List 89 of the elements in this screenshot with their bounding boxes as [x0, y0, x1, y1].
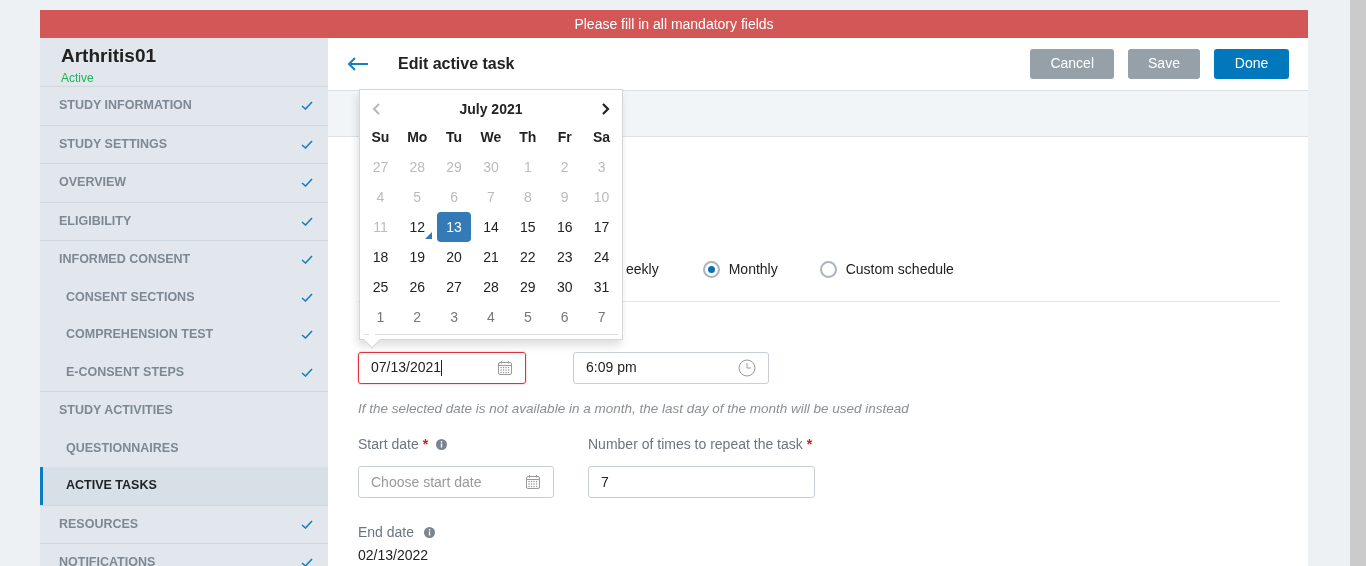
sidebar-item[interactable]: STUDY ACTIVITIES	[40, 392, 328, 430]
check-icon	[301, 216, 313, 226]
field-label: End date	[358, 522, 415, 542]
study-status: Active	[61, 70, 95, 86]
next-month-icon[interactable]	[600, 103, 610, 115]
repeat-count-field[interactable]: 7	[588, 466, 815, 498]
check-icon	[301, 101, 313, 111]
calendar-day[interactable]: 6	[547, 302, 582, 332]
calendar-day[interactable]: 30	[547, 272, 582, 302]
action-button[interactable]: Save	[1128, 48, 1200, 79]
month-title[interactable]: July 2021	[459, 98, 523, 120]
study-name: Arthritis01	[61, 44, 158, 68]
check-icon	[301, 367, 313, 377]
info-icon[interactable]	[436, 438, 448, 450]
error-banner: Please fill in all mandatory fields	[40, 10, 1308, 38]
back-arrow-icon[interactable]	[347, 56, 369, 71]
end-date-value: 02/13/2022	[358, 546, 430, 565]
sidebar-item[interactable]: QUESTIONNAIRES	[40, 429, 328, 467]
calendar-day[interactable]: 31	[584, 272, 619, 302]
sidebar-item[interactable]: OVERVIEW	[40, 164, 328, 202]
sidebar-item[interactable]: ELIGIBILITY	[40, 202, 328, 240]
calendar-day[interactable]: 3	[437, 302, 472, 332]
check-icon	[301, 139, 313, 149]
radio-option[interactable]: Custom schedule	[819, 259, 954, 281]
calendar-day[interactable]: 23	[547, 242, 582, 272]
popup-pointer	[363, 331, 381, 349]
calendar-day[interactable]: 22	[510, 242, 545, 272]
calendar-day[interactable]: 25	[363, 272, 398, 302]
calendar-day[interactable]: 17	[584, 212, 619, 242]
start-date-field[interactable]: Choose start date	[358, 466, 554, 498]
time-field[interactable]: 6:09 pm	[573, 351, 769, 384]
check-icon	[301, 178, 313, 188]
sidebar-item[interactable]: INFORMED CONSENT	[40, 241, 328, 279]
calendar-day[interactable]: 16	[547, 212, 582, 242]
calendar-day[interactable]: 18	[363, 242, 398, 272]
calendar-day[interactable]: 21	[474, 242, 508, 272]
sidebar-item[interactable]: CONSENT SECTIONS	[40, 278, 328, 316]
calendar-day[interactable]: 27	[437, 272, 472, 302]
check-icon	[301, 292, 313, 302]
done-button[interactable]: Done	[1214, 48, 1289, 79]
check-icon	[301, 330, 313, 340]
calendar-day[interactable]: 24	[584, 242, 619, 272]
sidebar-item[interactable]: STUDY INFORMATION	[40, 87, 328, 125]
calendar-day[interactable]: 2	[400, 302, 435, 332]
sidebar-item[interactable]: STUDY SETTINGS	[40, 125, 328, 163]
calendar-icon	[497, 359, 513, 376]
calendar-day[interactable]: 7	[584, 302, 619, 332]
info-icon[interactable]	[424, 526, 436, 538]
radio-label: eekly	[626, 260, 659, 280]
check-icon	[301, 558, 313, 566]
radio-button[interactable]	[819, 261, 837, 279]
calendar-day[interactable]: 13	[437, 212, 472, 242]
calendar-day[interactable]: 1	[363, 302, 398, 332]
required-mark: *	[806, 434, 813, 454]
field-label: Number of times to repeat the task	[588, 434, 803, 454]
radio-button[interactable]	[702, 261, 720, 279]
weekday-label: Mo	[407, 127, 428, 147]
sidebar-item[interactable]: RESOURCES	[40, 505, 328, 543]
calendar-day[interactable]: 26	[400, 272, 435, 302]
field-label: Start date	[358, 434, 419, 454]
check-icon	[301, 519, 313, 529]
calendar-day[interactable]: 4	[474, 302, 508, 332]
calendar-day[interactable]: 20	[437, 242, 472, 272]
page-title: Edit active task	[398, 53, 515, 74]
sidebar-item[interactable]: COMPREHENSION TEST	[40, 316, 328, 354]
calendar-day[interactable]: 29	[510, 272, 545, 302]
check-icon	[301, 255, 313, 265]
weekday-label: We	[480, 127, 502, 147]
action-button[interactable]: Cancel	[1030, 48, 1114, 79]
required-mark: *	[422, 434, 429, 454]
date-field[interactable]: 07/13/2021	[358, 351, 526, 384]
weekday-label: Su	[371, 127, 390, 147]
weekday-label: Sa	[593, 127, 611, 147]
scrollbar[interactable]	[1350, 0, 1366, 566]
radio-option[interactable]: Monthly	[702, 259, 778, 281]
weekday-label: Fr	[557, 127, 572, 147]
calendar-day[interactable]: 5	[510, 302, 545, 332]
hint-text: If the selected date is not available in a month, the last day of the month will be used instead	[358, 399, 910, 418]
calendar-icon	[525, 474, 541, 490]
clock-icon	[738, 358, 756, 377]
calendar-day[interactable]: 19	[400, 242, 435, 272]
calendar-day[interactable]: 28	[474, 272, 508, 302]
sidebar-item[interactable]: NOTIFICATIONS	[40, 544, 328, 566]
sidebar-item[interactable]: E-CONSENT STEPS	[40, 353, 328, 391]
calendar-day[interactable]: 15	[510, 212, 545, 242]
weekday-label: Tu	[446, 127, 463, 147]
sidebar-item[interactable]: ACTIVE TASKS	[40, 467, 328, 505]
calendar-day[interactable]: 14	[474, 212, 508, 242]
weekday-label: Th	[519, 127, 537, 147]
